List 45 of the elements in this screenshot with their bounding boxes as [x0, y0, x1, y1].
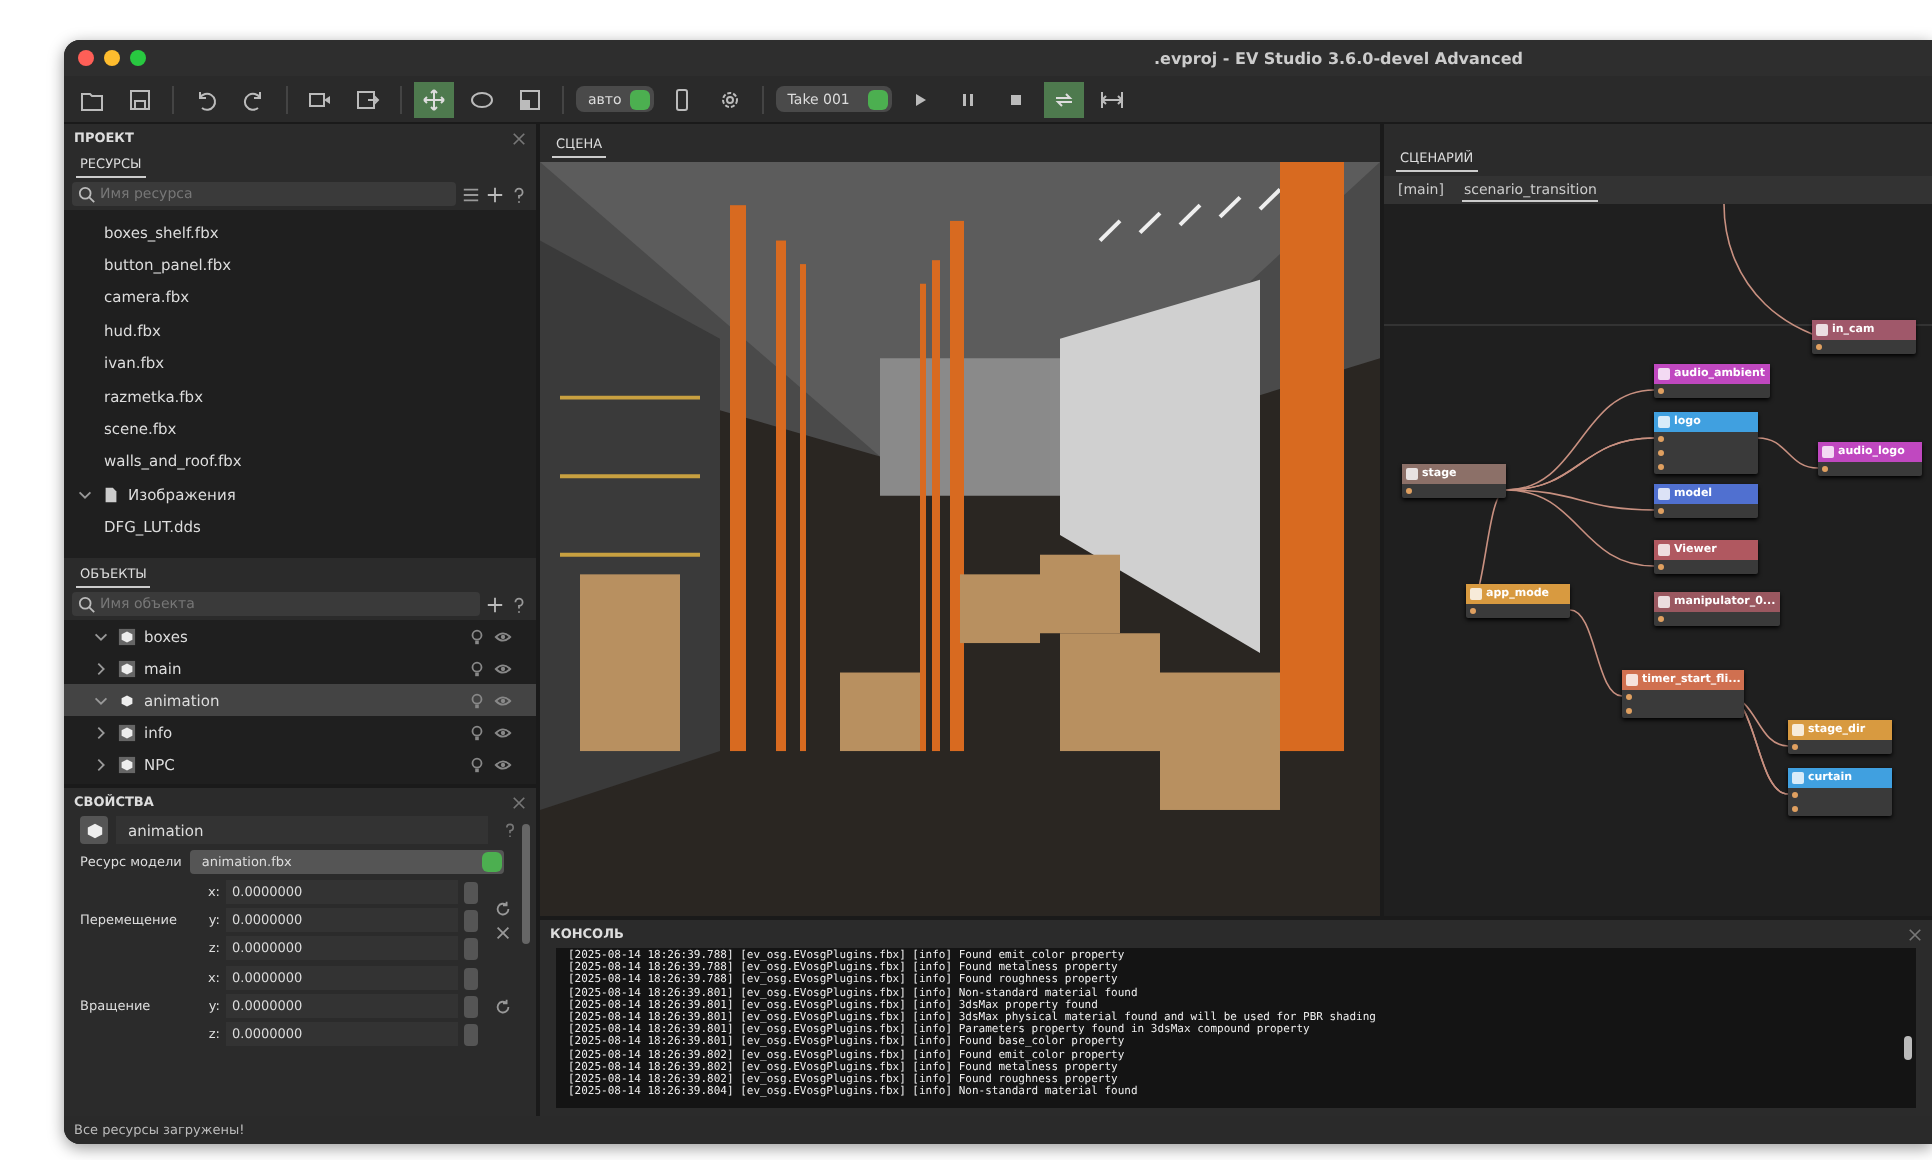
search-icon: [78, 595, 96, 613]
cube-icon: [80, 816, 108, 844]
gear-icon: [717, 87, 742, 111]
lightbulb-icon[interactable]: [468, 659, 486, 677]
folder-icon: [80, 87, 104, 111]
close-icon[interactable]: [512, 795, 526, 809]
lightbulb-icon[interactable]: [468, 755, 486, 773]
eye-icon[interactable]: [494, 755, 512, 773]
save-icon: [128, 87, 152, 111]
loop-button[interactable]: [1043, 81, 1084, 117]
cube-icon: [118, 659, 136, 677]
eye-icon[interactable]: [494, 723, 512, 741]
scrollbar[interactable]: [522, 824, 530, 944]
move-icon: [422, 87, 446, 111]
lightbulb-icon[interactable]: [468, 691, 486, 709]
search-icon: [78, 185, 96, 203]
eye-icon[interactable]: [494, 691, 512, 709]
add-icon[interactable]: [486, 185, 504, 203]
help-icon[interactable]: [510, 595, 528, 613]
cube-icon: [118, 723, 136, 741]
loop-icon: [1051, 87, 1076, 111]
cross-icon[interactable]: [493, 923, 511, 941]
close-button[interactable]: [78, 50, 94, 66]
lightbulb-icon[interactable]: [468, 627, 486, 645]
maximize-button[interactable]: [130, 50, 146, 66]
document-icon: [102, 485, 120, 504]
window-title: .evproj - EV Studio 3.6.0-devel Advanced: [1154, 49, 1523, 67]
reset-icon[interactable]: [493, 997, 511, 1015]
add-icon[interactable]: [486, 595, 504, 613]
eye-icon[interactable]: [494, 627, 512, 645]
cube-icon: [118, 627, 136, 645]
lightbulb-icon[interactable]: [468, 723, 486, 741]
transform-tool-button[interactable]: [414, 81, 454, 117]
list-icon[interactable]: [462, 185, 480, 203]
reset-icon[interactable]: [493, 899, 511, 917]
close-icon[interactable]: [512, 131, 526, 145]
minimize-button[interactable]: [104, 50, 120, 66]
help-icon[interactable]: [510, 185, 528, 203]
undo-icon: [194, 87, 218, 111]
cube-icon: [118, 691, 136, 709]
eye-icon[interactable]: [494, 659, 512, 677]
help-icon[interactable]: [502, 822, 518, 838]
close-icon[interactable]: [1908, 927, 1922, 941]
cube-icon: [118, 755, 136, 773]
redo-icon: [242, 87, 266, 111]
